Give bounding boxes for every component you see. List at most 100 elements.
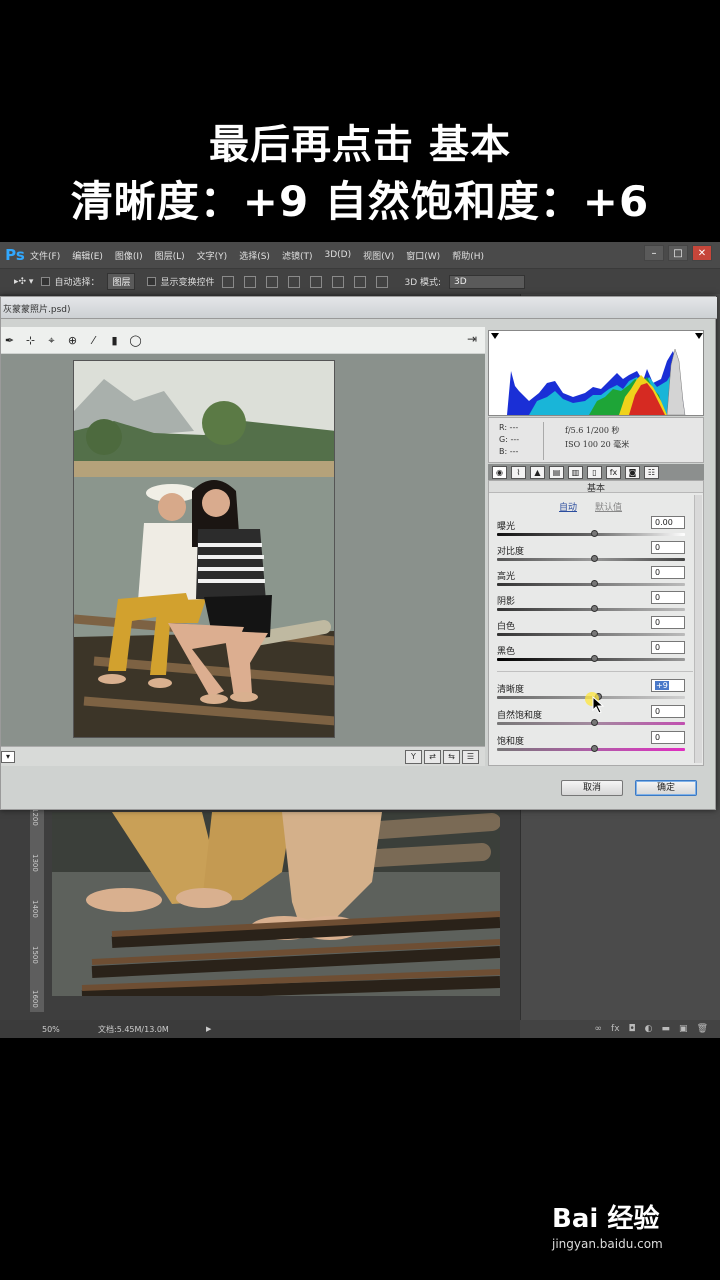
readout-r: R: ---	[499, 423, 519, 432]
ruler-mark: 1600	[31, 990, 39, 1008]
slider-value-input[interactable]: 0	[651, 566, 685, 579]
auto-link[interactable]: 自动	[559, 500, 577, 513]
menu-layer[interactable]: 图层(L)	[155, 249, 185, 262]
slider-label: 阴影	[497, 597, 516, 607]
target-adjust-icon[interactable]: ⌖	[45, 334, 58, 347]
auto-select-label: 自动选择：	[54, 278, 100, 288]
menu-view[interactable]: 视图(V)	[363, 249, 394, 262]
slider-handle[interactable]	[591, 580, 598, 587]
slider-handle[interactable]	[591, 655, 598, 662]
tab-tone-curve-icon[interactable]: ⌇	[511, 465, 526, 479]
folder-icon[interactable]: ▬	[662, 1024, 671, 1034]
link-icon[interactable]: ∞	[595, 1024, 603, 1034]
align-left-icon[interactable]	[288, 275, 301, 288]
slider-handle[interactable]	[591, 555, 598, 562]
close-icon[interactable]: ✕	[692, 245, 712, 261]
caption-line-1: 最后再点击 基本	[209, 122, 511, 168]
align-middle-icon[interactable]	[244, 275, 257, 288]
canvas-photo	[52, 812, 500, 996]
tab-split-toning-icon[interactable]: ▥	[568, 465, 583, 479]
3d-mode-label: 3D 模式:	[404, 278, 442, 288]
slider-value-input[interactable]: +9	[651, 679, 685, 692]
slider-value-input[interactable]: 0	[651, 591, 685, 604]
auto-select-checkbox[interactable]	[41, 277, 51, 286]
slider-value-input[interactable]: 0	[651, 705, 685, 718]
slider-handle[interactable]	[591, 745, 598, 752]
watermark-logo: Bai 经验	[552, 1204, 660, 1234]
slider-value-input[interactable]: 0.00	[651, 516, 685, 529]
align-top-icon[interactable]	[222, 275, 235, 288]
options-bar: ▸✣ ▾ 自动选择： 图层 显示变换控件 3D 模式: 3D	[0, 268, 720, 294]
3d-mode-dropdown[interactable]: 3D	[449, 274, 526, 289]
fx-icon[interactable]: fx	[611, 1024, 620, 1034]
basic-panel: 基本 自动 默认值 曝光 0.00 对比度 0 高光 0 阴影 0 白色 0 黑…	[488, 480, 704, 766]
distribute-icon[interactable]	[354, 275, 367, 288]
menu-3d[interactable]: 3D(D)	[324, 250, 351, 260]
status-arrow-icon[interactable]: ▶	[206, 1025, 211, 1033]
red-eye-icon[interactable]: ⊕	[66, 334, 79, 347]
panel-scrollbar[interactable]	[694, 495, 702, 763]
color-sampler-icon[interactable]: ⊹	[24, 334, 37, 347]
align-bottom-icon[interactable]	[266, 275, 279, 288]
show-transform-checkbox[interactable]	[147, 277, 157, 286]
slider-handle[interactable]	[591, 605, 598, 612]
camera-raw-dialog: 灰蒙蒙照片.psd) ✒ ⊹ ⌖ ⊕ ⁄ ▮ ◯ ⇥ ▾ Y ⇄ ⇆ ☰ R: …	[0, 296, 717, 810]
tab-hsl-icon[interactable]: ▤	[549, 465, 564, 479]
view-swap-icon[interactable]: ⇄	[424, 750, 441, 764]
doc-size: 文档:5.45M/13.0M	[98, 1024, 169, 1034]
slider-handle[interactable]	[591, 719, 598, 726]
menu-file[interactable]: 文件(F)	[30, 249, 60, 262]
slider-handle[interactable]	[591, 530, 598, 537]
slider-label: 对比度	[497, 547, 525, 557]
tab-camera-calibration-icon[interactable]: ◙	[625, 465, 640, 479]
move-tool-icon[interactable]: ▸✣ ▾	[14, 277, 33, 287]
menu-help[interactable]: 帮助(H)	[452, 249, 484, 262]
mask-icon[interactable]: ◘	[629, 1024, 636, 1034]
distribute-h-icon[interactable]	[376, 275, 389, 288]
menu-image[interactable]: 图像(I)	[115, 249, 143, 262]
slider-value-input[interactable]: 0	[651, 731, 685, 744]
slider-value-input[interactable]: 0	[651, 616, 685, 629]
open-prefs-icon[interactable]: ⇥	[467, 332, 477, 346]
cancel-button[interactable]: 取消	[561, 780, 623, 796]
view-settings-icon[interactable]: ☰	[462, 750, 479, 764]
exif-iso-focal: ISO 100 20 毫米	[565, 440, 630, 449]
minimize-icon[interactable]: –	[644, 245, 664, 261]
eyedropper-icon[interactable]: ✒	[3, 334, 16, 347]
view-y-icon[interactable]: Y	[405, 750, 422, 764]
adjustment-icon[interactable]: ◐	[645, 1024, 653, 1034]
panel-title: 基本	[489, 481, 703, 494]
brush-icon[interactable]: ⁄	[87, 334, 100, 347]
auto-select-dropdown[interactable]: 图层	[107, 273, 136, 290]
slider-value-input[interactable]: 0	[651, 641, 685, 654]
maximize-icon[interactable]: □	[668, 245, 688, 261]
tab-fx-icon[interactable]: fx	[606, 465, 621, 479]
tab-detail-icon[interactable]: ▲	[530, 465, 545, 479]
tab-basic-icon[interactable]: ◉	[492, 465, 507, 479]
zoom-level[interactable]: 50%	[42, 1025, 98, 1034]
dialog-title: 灰蒙蒙照片.psd)	[3, 305, 71, 315]
menu-select[interactable]: 选择(S)	[239, 249, 270, 262]
trash-icon[interactable]: 🗑	[697, 1024, 708, 1034]
new-layer-icon[interactable]: ▣	[679, 1024, 688, 1034]
menu-filter[interactable]: 滤镜(T)	[282, 249, 313, 262]
gradient-icon[interactable]: ▮	[108, 334, 121, 347]
slider-label: 饱和度	[497, 737, 525, 747]
align-center-icon[interactable]	[310, 275, 323, 288]
status-bar: 50% 文档:5.45M/13.0M ▶	[0, 1020, 520, 1038]
align-right-icon[interactable]	[332, 275, 345, 288]
slider-handle[interactable]	[591, 630, 598, 637]
zoom-dropdown[interactable]: ▾	[1, 751, 15, 763]
dialog-title-bar: 灰蒙蒙照片.psd)	[1, 297, 717, 319]
menu-edit[interactable]: 编辑(E)	[72, 249, 103, 262]
watermark-url: jingyan.baidu.com	[552, 1237, 663, 1251]
menu-type[interactable]: 文字(Y)	[197, 249, 228, 262]
menu-window[interactable]: 窗口(W)	[406, 249, 440, 262]
slider-value-input[interactable]: 0	[651, 541, 685, 554]
view-copy-icon[interactable]: ⇆	[443, 750, 460, 764]
ok-button[interactable]: 确定	[635, 780, 697, 796]
tab-lens-icon[interactable]: ▯	[587, 465, 602, 479]
tab-presets-icon[interactable]: ☷	[644, 465, 659, 479]
radial-filter-icon[interactable]: ◯	[129, 334, 142, 347]
default-link[interactable]: 默认值	[595, 500, 622, 513]
